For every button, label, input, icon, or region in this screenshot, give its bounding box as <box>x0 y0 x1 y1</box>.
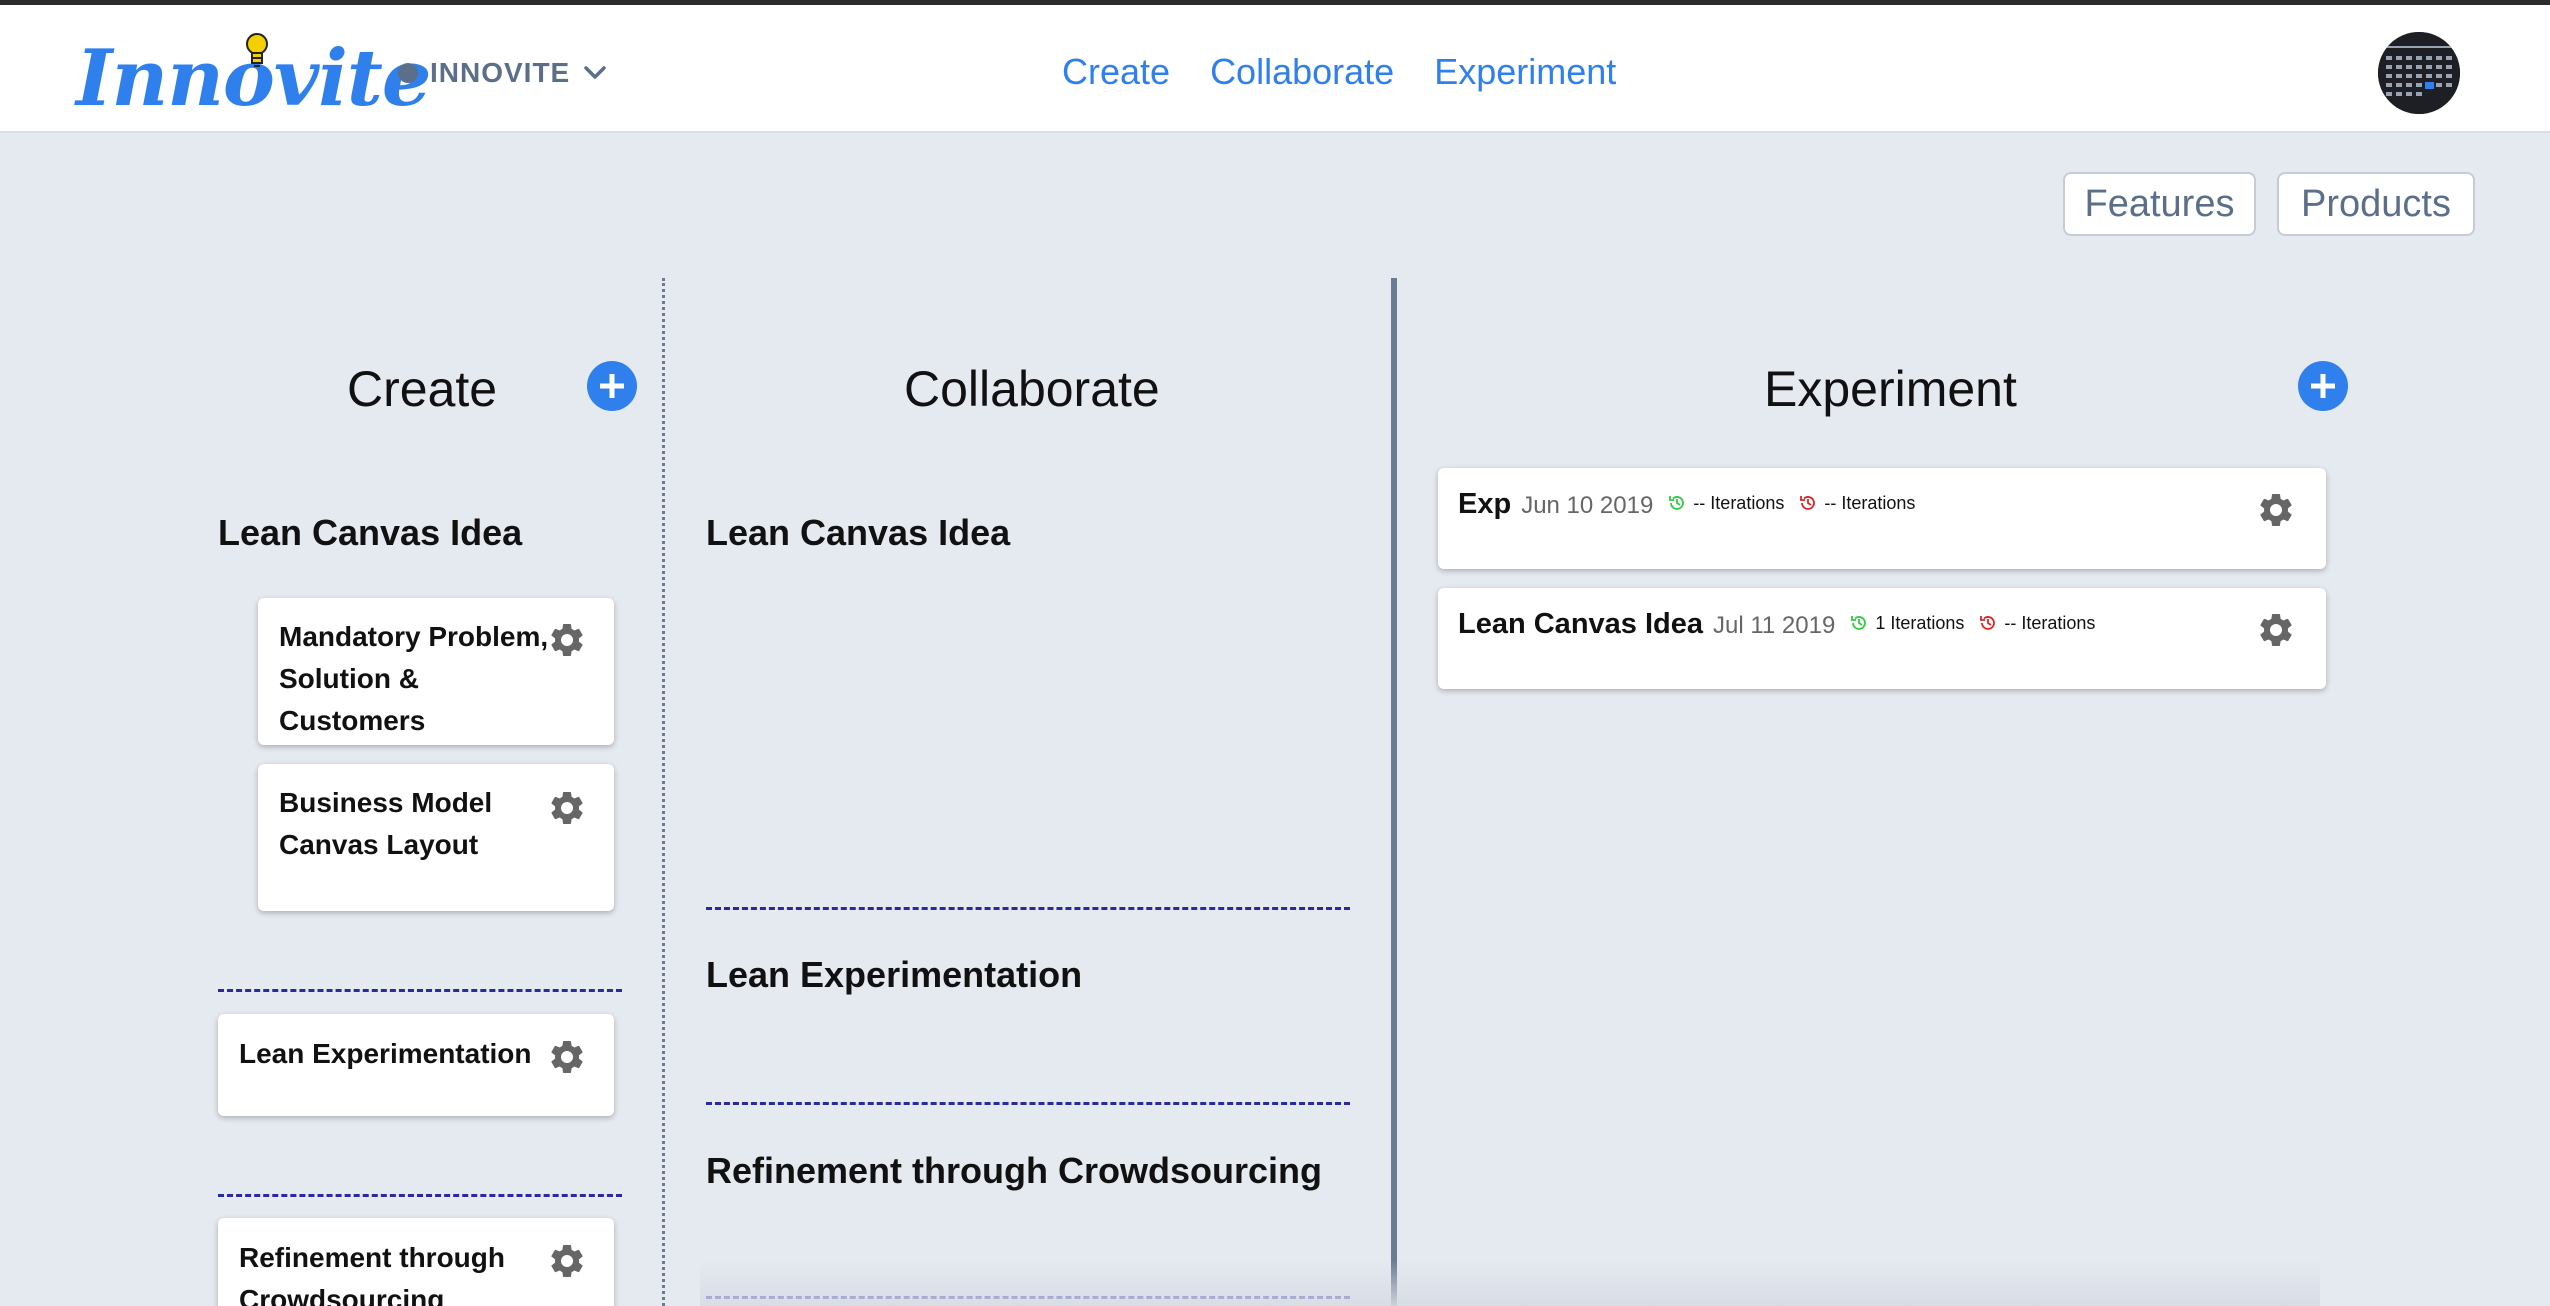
org-name: INNOVITE <box>430 57 571 88</box>
experiment-row: Lean Canvas Idea Jul 11 2019 1 Iteration… <box>1458 608 2095 641</box>
section-separator <box>706 1102 1350 1105</box>
history-green-icon <box>1851 616 1867 630</box>
section-separator <box>218 1194 622 1197</box>
top-navbar: Innovite INNOVITE Create Collaborate Exp… <box>0 5 2550 133</box>
nav-link-collaborate[interactable]: Collaborate <box>1210 51 1394 93</box>
gear-icon[interactable] <box>547 620 587 660</box>
card-title: Mandatory Problem, Solution & Customers <box>279 621 549 736</box>
section-separator <box>706 907 1350 910</box>
experiment-row: Exp Jun 10 2019 -- Iterations -- Iterati… <box>1458 488 1915 521</box>
card-title: Refinement through Crowdsourcing <box>239 1242 505 1306</box>
card-title: Business Model Canvas Layout <box>279 787 493 860</box>
red-iterations: -- Iterations <box>1798 493 1915 514</box>
red-iterations-label: -- Iterations <box>2004 612 2096 633</box>
green-iterations-label: 1 Iterations <box>1875 612 1965 633</box>
gear-icon[interactable] <box>2256 610 2296 650</box>
green-iterations: 1 Iterations <box>1849 613 1964 634</box>
create-card-mandatory[interactable]: Mandatory Problem, Solution & Customers <box>258 598 614 745</box>
column-divider <box>662 278 665 1306</box>
column-divider-solid <box>1391 278 1397 1306</box>
collaborate-section-lean-canvas-idea: Lean Canvas Idea <box>706 512 1011 553</box>
collaborate-section-lean-experimentation: Lean Experimentation <box>706 954 1083 995</box>
create-section-lean-canvas-idea: Lean Canvas Idea <box>218 512 523 553</box>
lightbulb-icon <box>246 33 268 67</box>
org-switcher[interactable]: INNOVITE <box>398 55 608 91</box>
products-button[interactable]: Products <box>2277 172 2475 236</box>
history-red-icon <box>1800 496 1816 510</box>
user-avatar[interactable] <box>2378 32 2460 114</box>
card-title: Lean Experimentation <box>239 1038 532 1069</box>
calendar-avatar-image <box>2378 32 2460 114</box>
create-card-lean-experimentation[interactable]: Lean Experimentation <box>218 1014 614 1116</box>
gear-icon[interactable] <box>547 788 587 828</box>
nav-link-experiment[interactable]: Experiment <box>1434 51 1616 93</box>
nav-link-create[interactable]: Create <box>1062 51 1170 93</box>
history-red-icon <box>1980 616 1996 630</box>
create-column-title: Create <box>347 361 498 417</box>
main-nav: Create Collaborate Experiment <box>1062 51 1616 93</box>
create-card-business-model[interactable]: Business Model Canvas Layout <box>258 764 614 911</box>
gear-icon[interactable] <box>2256 490 2296 530</box>
create-add-button[interactable] <box>587 361 637 411</box>
red-iterations: -- Iterations <box>1978 613 2095 634</box>
bottom-scroll-fade <box>700 1260 2320 1306</box>
section-separator <box>218 989 622 992</box>
experiment-name: Exp <box>1458 488 1512 520</box>
org-status-dot <box>398 63 418 83</box>
history-green-icon <box>1669 496 1685 510</box>
collaborate-section-refinement: Refinement through Crowdsourcing <box>706 1150 1322 1191</box>
app-logo[interactable]: Innovite <box>76 33 432 125</box>
experiment-date: Jul 11 2019 <box>1713 612 1836 639</box>
collaborate-column-title: Collaborate <box>904 361 1160 417</box>
experiment-date: Jun 10 2019 <box>1521 492 1654 519</box>
green-iterations-label: -- Iterations <box>1693 492 1785 513</box>
gear-icon[interactable] <box>547 1037 587 1077</box>
create-card-refinement[interactable]: Refinement through Crowdsourcing <box>218 1218 614 1306</box>
green-iterations: -- Iterations <box>1667 493 1784 514</box>
experiment-add-button[interactable] <box>2298 361 2348 411</box>
experiment-column-title: Experiment <box>1764 361 2017 417</box>
experiment-card-exp[interactable]: Exp Jun 10 2019 -- Iterations -- Iterati… <box>1438 468 2326 569</box>
experiment-name: Lean Canvas Idea <box>1458 608 1703 640</box>
gear-icon[interactable] <box>547 1241 587 1281</box>
experiment-card-lean-canvas-idea[interactable]: Lean Canvas Idea Jul 11 2019 1 Iteration… <box>1438 588 2326 689</box>
features-button[interactable]: Features <box>2063 172 2256 236</box>
red-iterations-label: -- Iterations <box>1824 492 1916 513</box>
chevron-down-icon <box>584 66 606 79</box>
